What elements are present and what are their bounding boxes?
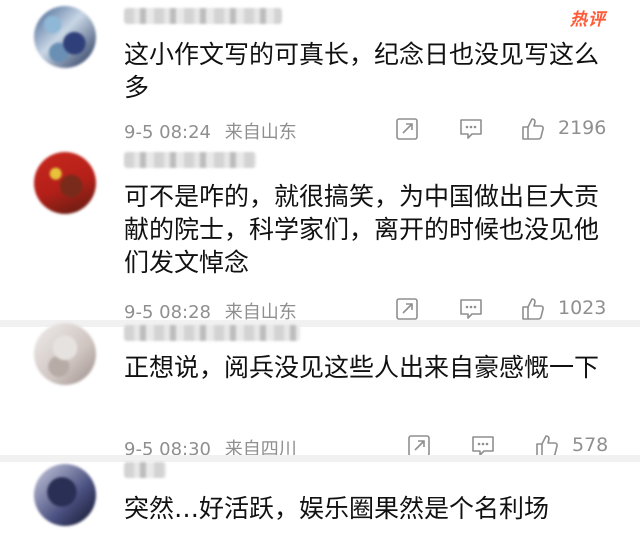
comment-icon[interactable] (458, 116, 484, 142)
like-icon[interactable] (520, 296, 546, 322)
username-blurred[interactable] (124, 8, 282, 24)
avatar[interactable] (34, 464, 96, 526)
comment-item: 热评 这小作文写的可真长，纪念日也没见写这么多 9-5 08:24 来自山东 2… (0, 0, 640, 150)
username-blurred[interactable] (124, 152, 256, 168)
comment-item: 可不是咋的，就很搞笑，为中国做出巨大贡献的院士，科学家们，离开的时候也没见他们发… (0, 150, 640, 323)
comment-text: 这小作文写的可真长，纪念日也没见写这么多 (124, 40, 600, 102)
avatar[interactable] (34, 152, 96, 214)
like-count: 1023 (558, 297, 607, 319)
avatar[interactable] (34, 6, 96, 68)
share-icon[interactable] (394, 116, 420, 142)
like-icon[interactable] (520, 116, 546, 142)
comment-icon[interactable] (458, 296, 484, 322)
comment-item: 突然…好活跃，娱乐圈果然是个名利场 (0, 462, 640, 537)
username-blurred[interactable] (124, 325, 300, 341)
hot-comment-badge: 热评 (570, 10, 606, 30)
like-count: 578 (572, 434, 609, 456)
like-count: 2196 (558, 117, 607, 139)
comment-separator (0, 320, 640, 327)
comment-text: 突然…好活跃，娱乐圈果然是个名利场 (124, 494, 550, 523)
comment-text: 正想说，阅兵没见这些人出来自豪感慨一下 (124, 353, 600, 382)
username-blurred[interactable] (124, 462, 166, 478)
comment-separator (0, 455, 640, 462)
comment-item: 正想说，阅兵没见这些人出来自豪感慨一下 9-5 08:30 来自四川 578 (0, 323, 640, 460)
comment-actions: 2196 (0, 116, 640, 144)
avatar[interactable] (34, 323, 96, 385)
comment-text: 可不是咋的，就很搞笑，为中国做出巨大贡献的院士，科学家们，离开的时候也没见他们发… (124, 182, 600, 277)
share-icon[interactable] (394, 296, 420, 322)
